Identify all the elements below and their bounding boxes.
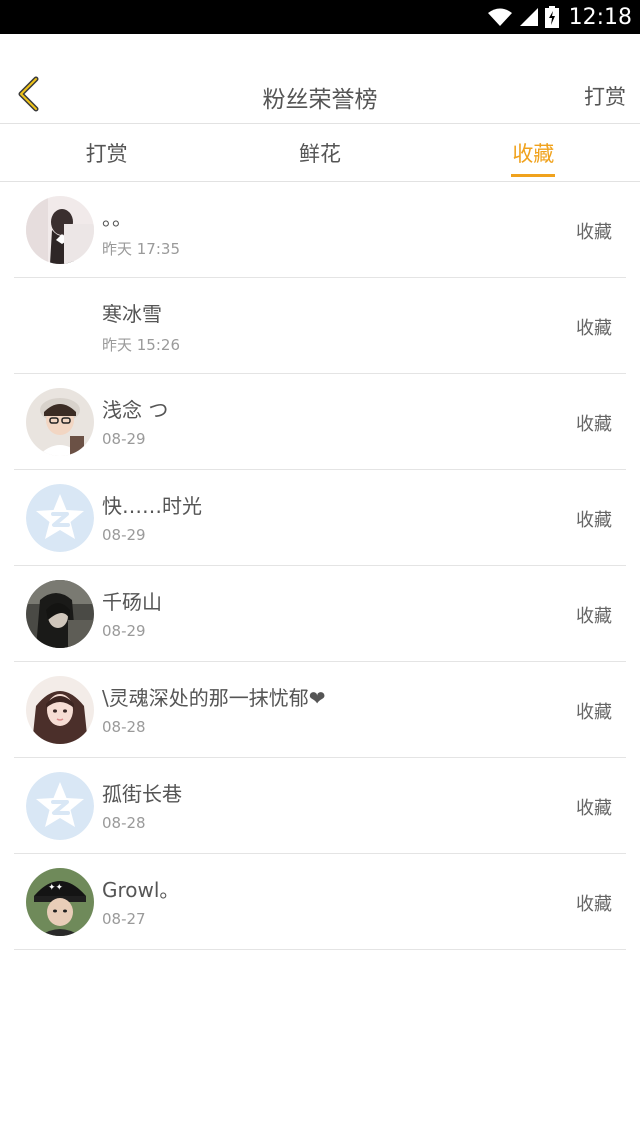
signal-icon [519,7,539,27]
fan-name: 浅念 つ [102,398,169,422]
fan-time: 08-29 [102,526,146,544]
svg-text:✦✦: ✦✦ [48,883,64,893]
list-item[interactable]: 。。 昨天 17:35 收藏 [14,182,626,278]
tab-bar: 打赏 鲜花 收藏 [0,124,640,182]
favorite-label: 收藏 [576,894,612,915]
tab-label: 收藏 [512,141,555,166]
battery-icon [544,6,559,28]
status-icons: 12:18 [487,0,632,34]
favorite-label: 收藏 [576,702,612,723]
tab-favorites[interactable]: 收藏 [427,124,640,181]
status-time: 12:18 [568,4,632,30]
default-star-icon [26,772,94,840]
avatar [26,292,94,360]
wifi-icon [487,7,513,27]
list-item[interactable]: 浅念 つ 08-29 收藏 [14,374,626,470]
tab-label: 鲜花 [298,141,341,166]
fan-name: 孤街长巷 [102,782,182,806]
fan-name: 千砀山 [102,590,162,614]
reward-button[interactable]: 打赏 [584,81,626,111]
favorite-label: 收藏 [576,222,612,243]
list-item[interactable]: ✦✦ Growl。 08-27 收藏 [14,854,626,950]
avatar [26,580,94,648]
tab-flowers[interactable]: 鲜花 [213,124,426,181]
status-bar: 12:18 [0,0,640,34]
avatar [26,196,94,264]
avatar [26,676,94,744]
fan-time: 08-29 [102,622,146,640]
tab-reward[interactable]: 打赏 [0,124,213,181]
fan-time: 08-27 [102,910,146,928]
default-star-icon [26,484,94,552]
list-item[interactable]: 孤街长巷 08-28 收藏 [14,758,626,854]
fan-name: 寒冰雪 [102,302,162,326]
favorite-label: 收藏 [576,318,612,339]
fan-time: 昨天 17:35 [102,240,180,258]
fan-name: 。。 [102,206,132,230]
fan-time: 08-29 [102,430,146,448]
fan-time: 08-28 [102,718,146,736]
avatar: ✦✦ [26,868,94,936]
avatar [26,388,94,456]
fan-name: Growl。 [102,878,180,902]
favorite-label: 收藏 [576,798,612,819]
page-title: 粉丝荣誉榜 [262,87,378,113]
favorite-label: 收藏 [576,510,612,531]
fan-time: 昨天 15:26 [102,336,180,354]
fan-time: 08-28 [102,814,146,832]
list-item[interactable]: 寒冰雪 昨天 15:26 收藏 [14,278,626,374]
tab-label: 打赏 [85,141,128,166]
list-item[interactable]: \灵魂深处的那一抹忧郁❤ 08-28 收藏 [14,662,626,758]
list-item[interactable]: 千砀山 08-29 收藏 [14,566,626,662]
favorite-label: 收藏 [576,606,612,627]
header: 粉丝荣誉榜 打赏 [0,34,640,124]
fan-name: 快……时光 [102,494,202,518]
tab-active-indicator [511,174,556,177]
fan-list: 。。 昨天 17:35 收藏 寒冰雪 昨天 15:26 收藏 浅念 つ 08-2… [0,182,640,950]
list-item[interactable]: 快……时光 08-29 收藏 [14,470,626,566]
favorite-label: 收藏 [576,414,612,435]
fan-name: \灵魂深处的那一抹忧郁❤ [102,686,326,710]
